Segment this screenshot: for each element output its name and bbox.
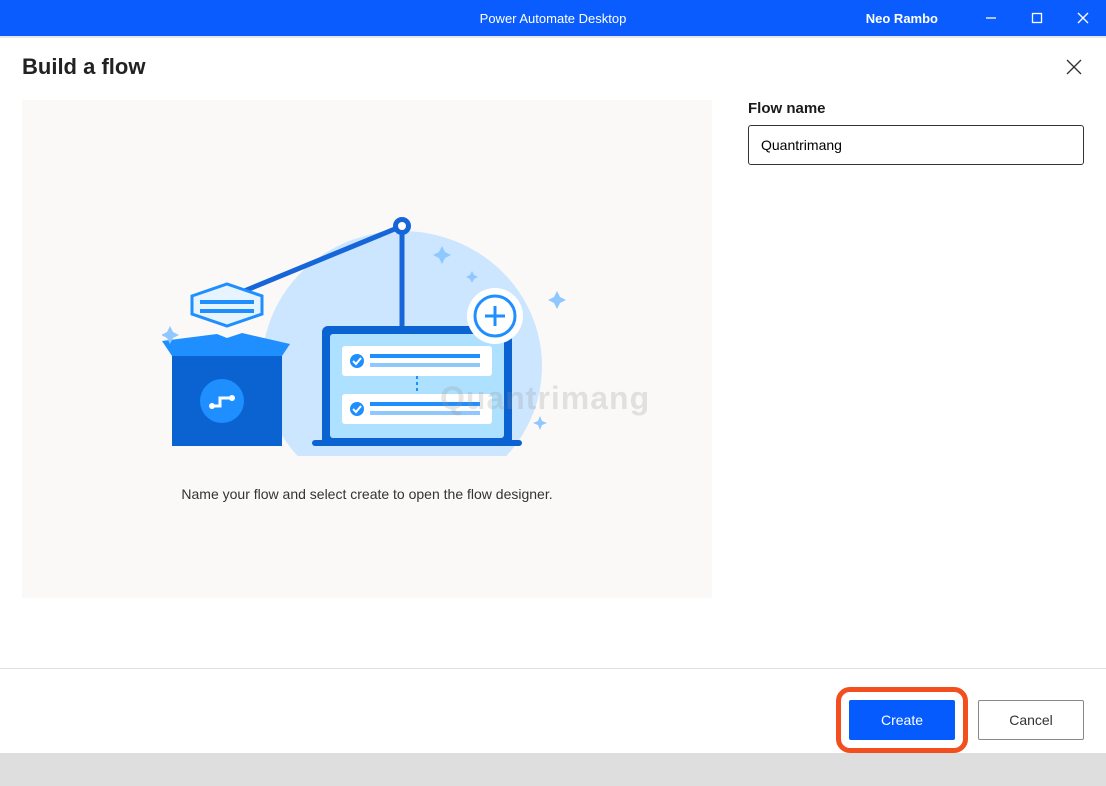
dialog-close-button[interactable]: [1064, 57, 1084, 77]
form-pane: Flow name: [748, 100, 1084, 598]
annotation-highlight: Create: [836, 687, 968, 753]
window-close-button[interactable]: [1060, 0, 1106, 36]
preview-hint-text: Name your flow and select create to open…: [181, 486, 552, 502]
close-icon: [1066, 59, 1082, 75]
cancel-button[interactable]: Cancel: [978, 700, 1084, 740]
dialog-content: Build a flow: [0, 36, 1106, 753]
flowname-input[interactable]: [748, 125, 1084, 165]
dialog-footer: Create Cancel: [0, 668, 1106, 753]
close-icon: [1077, 12, 1089, 24]
minimize-button[interactable]: [968, 0, 1014, 36]
maximize-icon: [1031, 12, 1043, 24]
illustration-pane: Name your flow and select create to open…: [22, 100, 712, 598]
app-title: Power Automate Desktop: [480, 11, 627, 26]
maximize-button[interactable]: [1014, 0, 1060, 36]
titlebar: Power Automate Desktop Neo Rambo: [0, 0, 1106, 36]
backdrop-strip: [0, 753, 1106, 786]
minimize-icon: [985, 12, 997, 24]
create-button[interactable]: Create: [849, 700, 955, 740]
dialog-title: Build a flow: [22, 54, 145, 80]
user-name: Neo Rambo: [866, 11, 968, 26]
flowname-label: Flow name: [748, 100, 1084, 117]
flow-illustration: [162, 196, 572, 456]
